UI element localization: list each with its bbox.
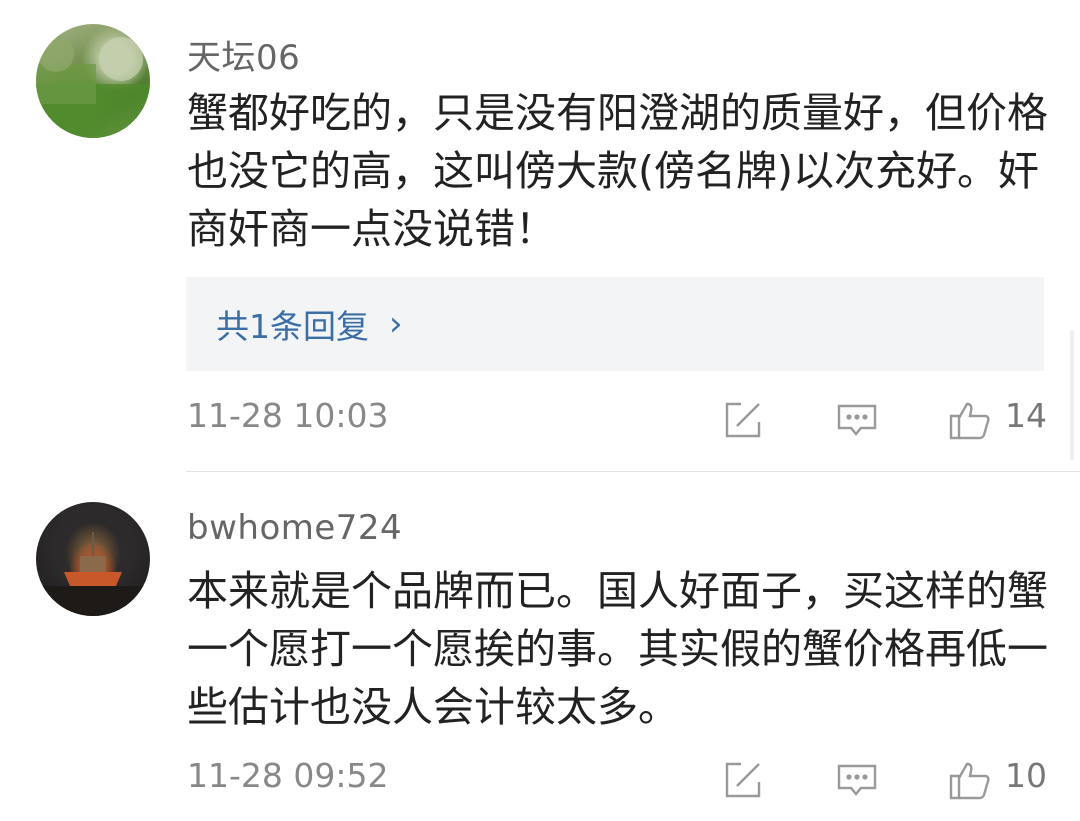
comment-meta: 11-28 10:03 14	[187, 396, 1047, 446]
comment-bubble-icon[interactable]	[835, 398, 879, 442]
boat-photo-icon	[36, 532, 150, 616]
chevron-right-icon: ›	[389, 304, 403, 344]
comment-meta: 11-28 09:52 10	[187, 756, 1047, 806]
avatar[interactable]	[36, 502, 150, 616]
username[interactable]: bwhome724	[187, 508, 402, 548]
share-edit-icon[interactable]	[721, 758, 765, 802]
divider	[186, 471, 1080, 472]
like-count: 14	[1005, 396, 1047, 435]
timestamp: 11-28 09:52	[187, 756, 389, 795]
comment-text: 蟹都好吃的，只是没有阳澄湖的质量好，但价格也没它的高，这叫傍大款(傍名牌)以次充…	[187, 89, 1048, 253]
timestamp: 11-28 10:03	[187, 396, 389, 435]
thumbs-up-icon[interactable]	[947, 398, 991, 442]
replies-panel[interactable]: 共1条回复 ›	[186, 277, 1044, 371]
avatar[interactable]	[36, 24, 150, 138]
comment-text: 本来就是个品牌而已。国人好面子，买这样的蟹一个愿打一个愿挨的事。其实假的蟹价格再…	[187, 567, 1048, 731]
landscape-photo-icon	[36, 36, 150, 138]
username[interactable]: 天坛06	[187, 30, 300, 79]
share-edit-icon[interactable]	[721, 398, 765, 442]
replies-count-label: 共1条回复	[216, 307, 369, 346]
view-replies-link[interactable]: 共1条回复 ›	[216, 300, 403, 348]
comment-bubble-icon[interactable]	[835, 758, 879, 802]
like-count: 10	[1005, 756, 1047, 795]
thumbs-up-icon[interactable]	[947, 758, 991, 802]
scrollbar[interactable]	[1070, 330, 1074, 460]
